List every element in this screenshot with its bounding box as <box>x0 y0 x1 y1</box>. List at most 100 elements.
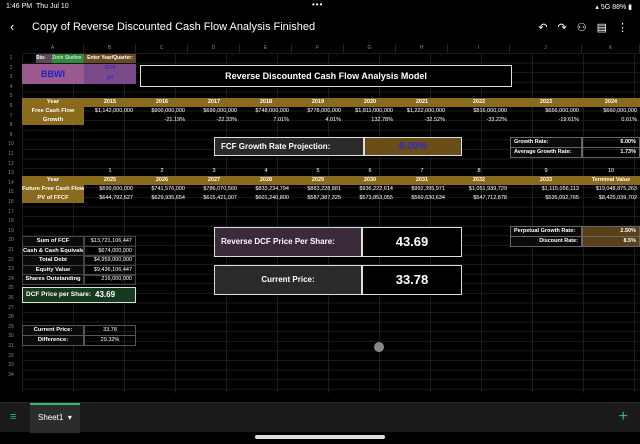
sheet-tab[interactable]: Sheet1 ▾ <box>30 403 80 433</box>
hist-year-cell[interactable]: 2016 <box>136 98 188 107</box>
hist-fcf-label[interactable]: Free Cash Flow <box>22 107 84 116</box>
spreadsheet-grid[interactable]: Sto- Zerin Skelton Enter Year/Quarter: B… <box>22 53 640 393</box>
all-sheets-menu-icon[interactable]: ≡ <box>10 411 16 423</box>
col-header[interactable]: J <box>510 44 582 53</box>
hist-growth-cell[interactable]: 4.01% <box>292 116 344 125</box>
hist-fcf-cell[interactable]: $816,000,000 <box>448 107 510 116</box>
hist-year-cell[interactable]: 2015 <box>84 98 136 107</box>
proj-index-cell[interactable]: 5 <box>292 167 344 176</box>
row-number[interactable]: 8 <box>0 122 22 128</box>
row-number[interactable]: 21 <box>0 247 22 253</box>
sto-label[interactable]: Sto- <box>36 54 52 63</box>
comment-icon[interactable]: ▤ <box>597 21 607 34</box>
col-header[interactable]: G <box>344 44 396 53</box>
proj-index-cell[interactable]: 1 <box>84 167 136 176</box>
proj-index-cell[interactable]: 3 <box>188 167 240 176</box>
proj-ffcf-cell[interactable]: $1,051,939,729 <box>448 185 510 194</box>
proj-ffcf-cell[interactable]: $833,234,794 <box>240 185 292 194</box>
redo-icon[interactable]: ↷ <box>558 21 567 34</box>
proj-pv-cell[interactable]: $547,712,878 <box>448 194 510 203</box>
proj-year-cell[interactable]: 2027 <box>188 176 240 185</box>
hist-year-cell[interactable]: 2024 <box>582 98 640 107</box>
proj-index-cell[interactable]: 8 <box>448 167 510 176</box>
hist-fcf-cell[interactable]: $656,000,000 <box>510 107 582 116</box>
more-vert-icon[interactable]: ⋮ <box>617 21 628 34</box>
col-header[interactable]: K <box>582 44 640 53</box>
proj-index-cell[interactable]: 4 <box>240 167 292 176</box>
proj-ffcf-cell[interactable]: $936,222,614 <box>344 185 396 194</box>
avg-growth-value[interactable]: 1.73% <box>582 147 640 158</box>
proj-year-cell[interactable]: Terminal Value <box>582 176 640 185</box>
hist-growth-cell[interactable]: -21.19% <box>136 116 188 125</box>
row-number[interactable]: 4 <box>0 84 22 90</box>
row-number[interactable]: 10 <box>0 141 22 147</box>
quarter-input[interactable]: Q4 <box>84 74 136 84</box>
hist-fcf-cell[interactable]: $748,000,000 <box>240 107 292 116</box>
col-header[interactable]: C <box>136 44 188 53</box>
hist-fcf-cell[interactable]: $900,000,000 <box>136 107 188 116</box>
row-number[interactable]: 23 <box>0 266 22 272</box>
add-sheet-icon[interactable]: + <box>619 408 628 426</box>
row-number[interactable]: 2 <box>0 65 22 71</box>
proj-pv-cell[interactable]: $535,092,765 <box>510 194 582 203</box>
proj-ffcf-cell[interactable]: $699,600,000 <box>84 185 136 194</box>
proj-year-label[interactable]: Year <box>22 176 84 185</box>
discount-rate-value[interactable]: 8.5% <box>582 236 640 247</box>
summary-value[interactable]: 216,000,000 <box>84 274 136 286</box>
row-number[interactable]: 9 <box>0 132 22 138</box>
row-number[interactable]: 30 <box>0 333 22 339</box>
col-header[interactable]: F <box>292 44 344 53</box>
difference-label[interactable]: Difference: <box>22 335 84 346</box>
proj-year-cell[interactable]: 2028 <box>240 176 292 185</box>
undo-icon[interactable]: ↶ <box>538 21 547 34</box>
row-number[interactable]: 15 <box>0 189 22 195</box>
summary-label[interactable]: Shares Outstanding <box>22 274 84 286</box>
row-number[interactable]: 34 <box>0 372 22 378</box>
proj-year-cell[interactable]: 2032 <box>448 176 510 185</box>
row-number[interactable]: 17 <box>0 209 22 215</box>
col-header[interactable]: H <box>396 44 448 53</box>
hist-fcf-cell[interactable]: $1,811,000,000 <box>344 107 396 116</box>
row-number[interactable]: 5 <box>0 93 22 99</box>
avg-growth-label[interactable]: Average Growth Rate: <box>510 147 582 158</box>
proj-ffcf-cell[interactable]: $1,115,056,113 <box>510 185 582 194</box>
proj-year-cell[interactable]: 2030 <box>344 176 396 185</box>
discount-rate-label[interactable]: Discount Rate: <box>510 236 582 247</box>
hist-year-cell[interactable]: 2019 <box>292 98 344 107</box>
proj-index-cell[interactable]: 2 <box>136 167 188 176</box>
row-number[interactable]: 20 <box>0 237 22 243</box>
row-number[interactable]: 24 <box>0 276 22 282</box>
back-chevron-icon[interactable]: ‹ <box>10 19 14 34</box>
proj-pv-label[interactable]: PV of FFCF <box>22 194 84 203</box>
row-number[interactable]: 11 <box>0 151 22 157</box>
hist-fcf-cell[interactable]: $660,000,000 <box>582 107 640 116</box>
proj-pv-cell[interactable]: $615,421,007 <box>188 194 240 203</box>
col-header[interactable]: B <box>84 44 136 53</box>
proj-ffcf-label[interactable]: Future Free Cash Flows <box>22 185 84 194</box>
proj-year-cell[interactable]: 2033 <box>510 176 582 185</box>
difference-value[interactable]: 29.32% <box>84 335 136 346</box>
proj-pv-cell[interactable]: $587,387,325 <box>292 194 344 203</box>
hist-growth-cell[interactable]: 132.78% <box>344 116 396 125</box>
proj-year-cell[interactable]: 2025 <box>84 176 136 185</box>
year-input[interactable]: 2024 <box>84 64 136 74</box>
row-number[interactable]: 19 <box>0 228 22 234</box>
proj-index-cell[interactable]: 7 <box>396 167 448 176</box>
multitask-dots[interactable]: ••• <box>312 0 323 9</box>
hist-growth-cell[interactable]: -33.22% <box>448 116 510 125</box>
row-number[interactable]: 26 <box>0 295 22 301</box>
row-number[interactable]: 3 <box>0 74 22 80</box>
proj-index-cell[interactable]: 9 <box>510 167 582 176</box>
proj-pv-cell[interactable]: $629,935,654 <box>136 194 188 203</box>
col-header[interactable]: E <box>240 44 292 53</box>
proj-index-cell[interactable]: 6 <box>344 167 396 176</box>
current-price-value[interactable]: 33.78 <box>363 266 461 293</box>
row-number[interactable]: 29 <box>0 324 22 330</box>
row-number[interactable]: 18 <box>0 218 22 224</box>
row-number[interactable]: 14 <box>0 180 22 186</box>
add-person-icon[interactable]: ⚇ <box>577 21 587 34</box>
hist-growth-cell[interactable]: 7.01% <box>240 116 292 125</box>
author-cell[interactable]: Zerin Skelton <box>52 54 84 63</box>
row-number[interactable]: 32 <box>0 353 22 359</box>
hist-year-cell[interactable]: 2020 <box>344 98 396 107</box>
